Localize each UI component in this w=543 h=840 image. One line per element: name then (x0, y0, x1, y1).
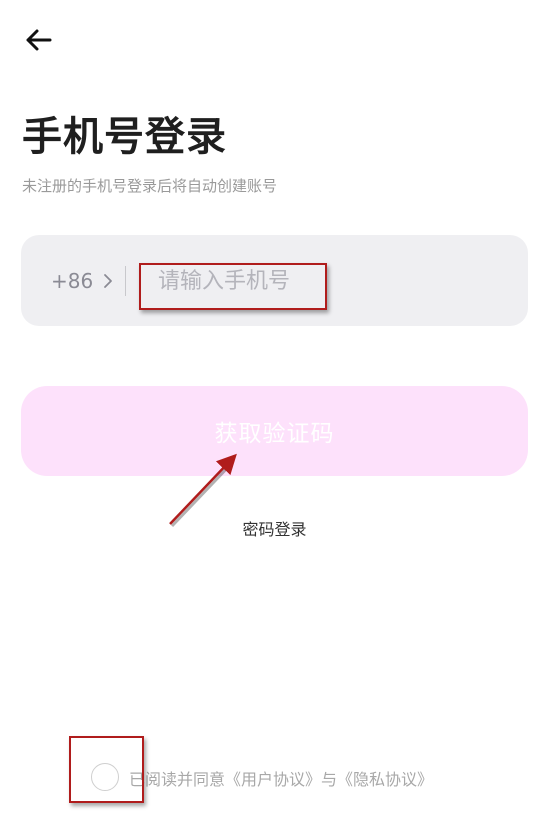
page-title: 手机号登录 (22, 114, 227, 160)
chevron-right-icon (104, 274, 113, 288)
back-button[interactable] (22, 26, 54, 54)
country-code-label: +86 (51, 269, 94, 293)
privacy-policy-link[interactable]: 《隐私协议》 (337, 770, 433, 789)
phone-input-box: +86 (21, 235, 528, 326)
agreement-checkbox[interactable] (91, 763, 119, 791)
page-subtitle: 未注册的手机号登录后将自动创建账号 (22, 177, 278, 195)
password-login-link[interactable]: 密码登录 (0, 516, 543, 540)
arrow-left-icon (26, 29, 52, 51)
get-verification-code-button[interactable]: 获取验证码 (21, 386, 528, 476)
input-divider (125, 266, 126, 296)
agreement-text: 已阅读并同意《用户协议》与《隐私协议》 (129, 766, 433, 790)
phone-number-input[interactable] (156, 259, 480, 303)
agreement-prefix: 已阅读并同意 (129, 770, 226, 789)
user-agreement-link[interactable]: 《用户协议》 (225, 770, 321, 789)
country-code-selector[interactable]: +86 (51, 266, 113, 296)
agreement-joiner: 与 (321, 770, 338, 789)
